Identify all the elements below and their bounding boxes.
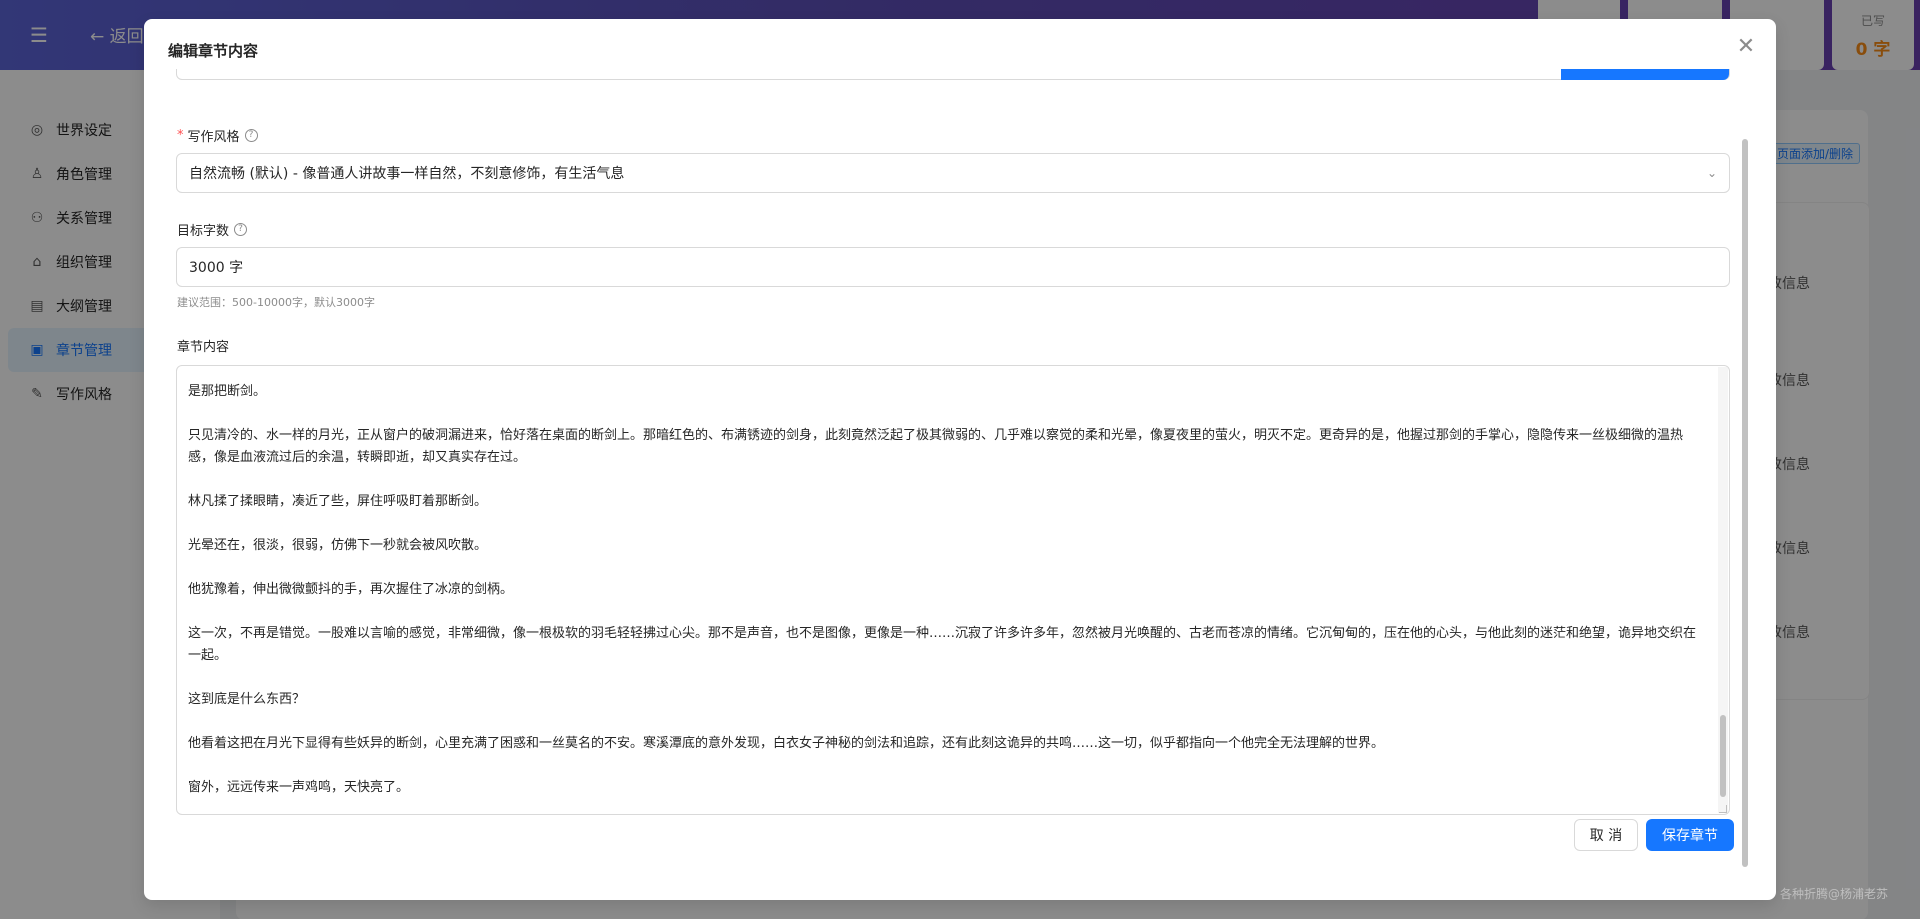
modal-title: 编辑章节内容 — [168, 42, 259, 60]
label-text: 写作风格 — [187, 130, 240, 145]
content-paragraph: 他看着这把在月光下显得有些妖异的断剑，心里充满了困惑和一丝莫名的不安。寒溪潭底的… — [188, 736, 1385, 751]
input-value: 3000 字 — [189, 260, 244, 276]
modal-body: * 写作风格 ? 自然流畅 (默认) - 像普通人讲故事一样自然，不刻意修饰，有… — [144, 69, 1776, 829]
resize-handle[interactable] — [1719, 805, 1727, 813]
content-paragraph: 这到底是什么东西？ — [188, 692, 306, 707]
textarea-scrollbar[interactable] — [1718, 367, 1728, 813]
chapter-content-textarea[interactable]: 是那把断剑。只见清冷的、水一样的月光，正从窗户的破洞漏进来，恰好落在桌面的断剑上… — [176, 365, 1730, 815]
question-circle-icon[interactable]: ? — [244, 129, 258, 142]
target-words-hint: 建议范围：500-10000字，默认3000字 — [177, 296, 375, 309]
content-paragraph: 他犹豫着，伸出微微颤抖的手，再次握住了冰凉的剑柄。 — [188, 582, 514, 597]
question-circle-icon[interactable]: ? — [234, 223, 248, 236]
required-mark: * — [177, 128, 184, 143]
chapter-content-label: 章节内容 — [177, 336, 229, 355]
modal-scrollbar-thumb[interactable] — [1742, 139, 1748, 867]
selected-value: 自然流畅 (默认) - 像普通人讲故事一样自然，不刻意修饰，有生活气息 — [189, 166, 625, 182]
edit-chapter-modal: 编辑章节内容 ✕ * 写作风格 ? 自然流畅 (默认) - 像普通人讲故事一样自… — [144, 19, 1776, 900]
content-paragraph: 窗外，远远传来一声鸡鸣，天快亮了。 — [188, 780, 410, 795]
content-paragraph: 只见清冷的、水一样的月光，正从窗户的破洞漏进来，恰好落在桌面的断剑上。那暗红色的… — [188, 428, 1684, 465]
target-words-label: 目标字数 ? — [177, 220, 248, 239]
watermark: 各种折腾@杨浦老苏 — [1780, 887, 1889, 901]
close-icon[interactable]: ✕ — [1734, 35, 1758, 59]
label-text: 目标字数 — [177, 224, 230, 239]
content-paragraph: 光晕还在，很淡，很弱，仿佛下一秒就会被风吹散。 — [188, 538, 488, 553]
writing-style-select[interactable]: 自然流畅 (默认) - 像普通人讲故事一样自然，不刻意修饰，有生活气息 ⌄ — [176, 153, 1730, 193]
modal-scrollbar[interactable] — [1740, 71, 1750, 893]
target-words-input[interactable]: 3000 字 — [176, 247, 1730, 287]
chevron-down-icon: ⌄ — [1706, 166, 1717, 180]
scrolled-button[interactable] — [1561, 69, 1729, 80]
scrolled-field — [176, 69, 1730, 80]
cancel-button[interactable]: 取 消 — [1574, 819, 1638, 851]
content-paragraph: 林凡揉了揉眼睛，凑近了些，屏住呼吸盯着那断剑。 — [188, 494, 488, 509]
chapter-content-text: 是那把断剑。只见清冷的、水一样的月光，正从窗户的破洞漏进来，恰好落在桌面的断剑上… — [188, 381, 1698, 799]
writing-style-label: * 写作风格 ? — [177, 126, 258, 145]
content-paragraph: 是那把断剑。 — [188, 384, 267, 399]
textarea-scrollbar-thumb[interactable] — [1720, 715, 1726, 797]
content-paragraph: 这一次，不再是错觉。一股难以言喻的感觉，非常细微，像一根极软的羽毛轻轻拂过心尖。… — [188, 626, 1697, 663]
label-text: 章节内容 — [177, 340, 230, 355]
save-chapter-button[interactable]: 保存章节 — [1646, 819, 1734, 851]
